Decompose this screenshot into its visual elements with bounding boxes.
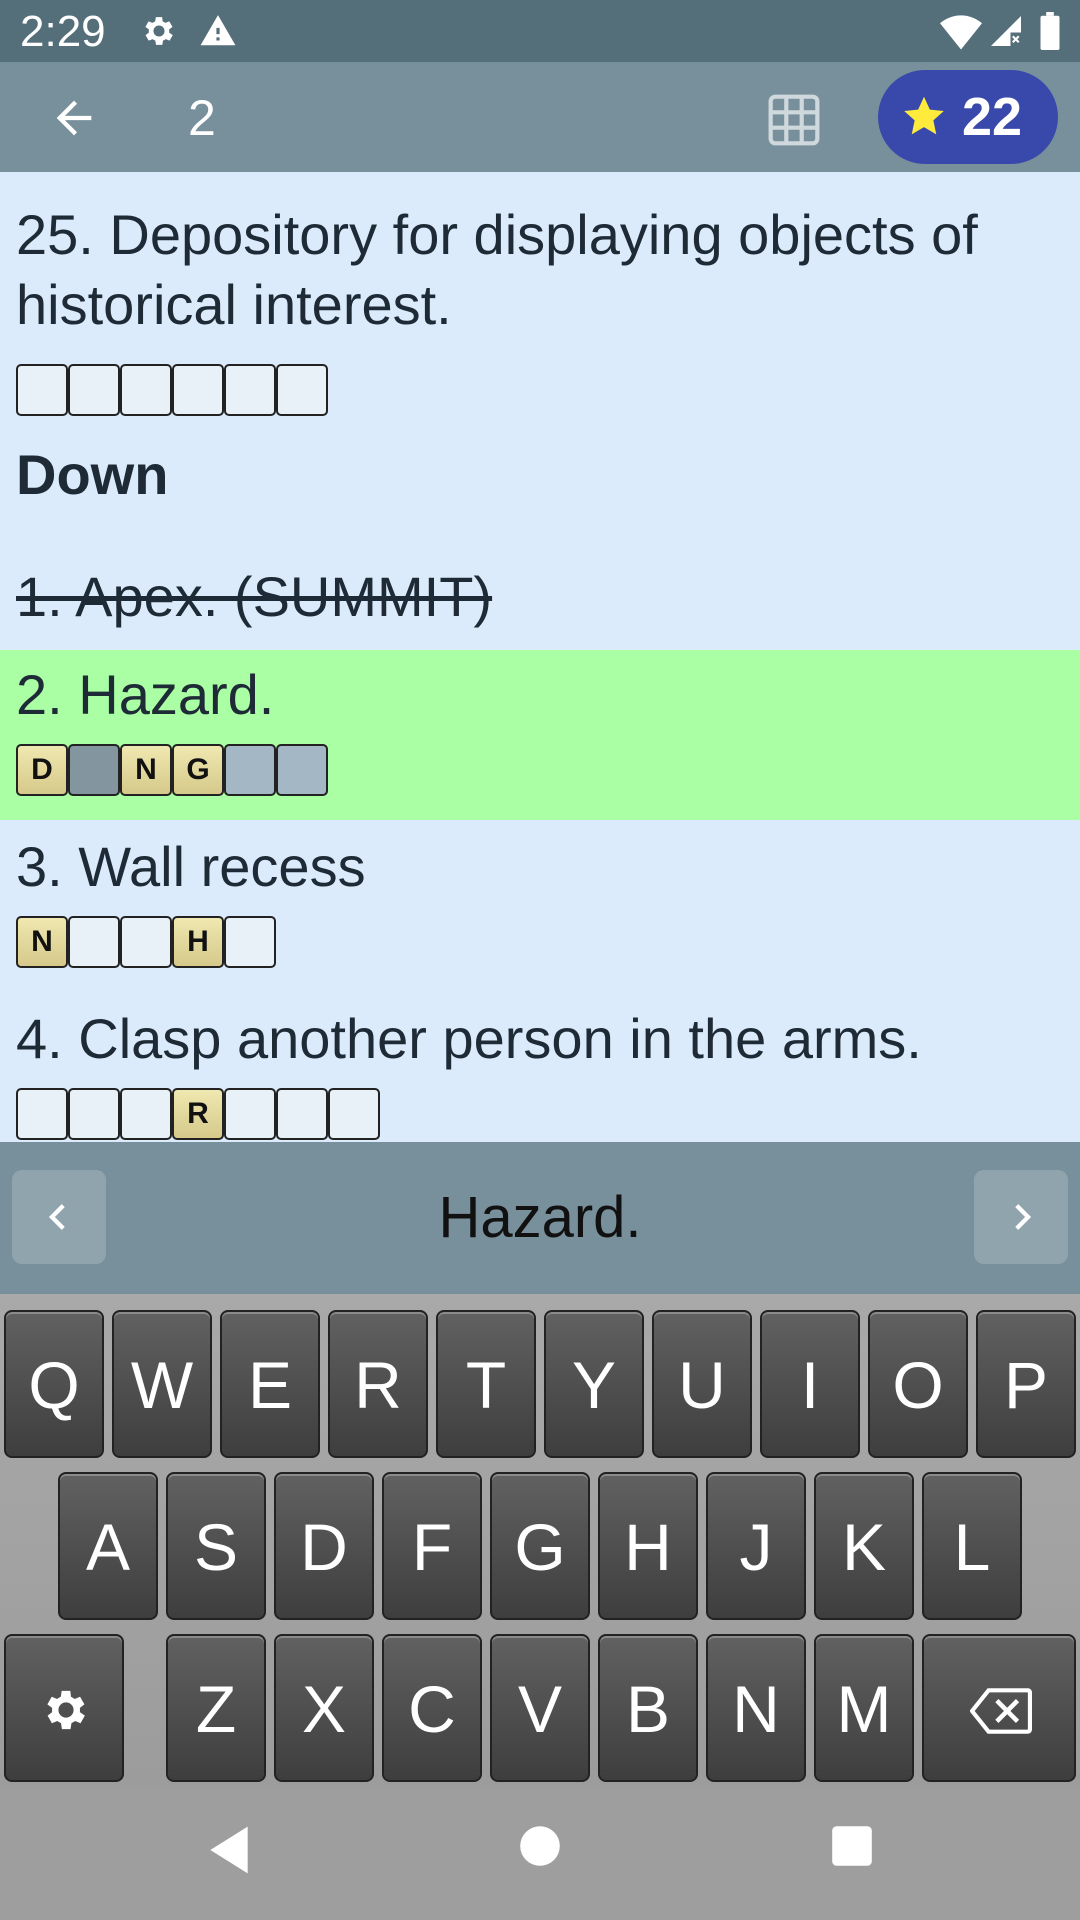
key-j[interactable]: J xyxy=(706,1472,806,1620)
answer-cell[interactable] xyxy=(120,364,172,416)
answer-cell[interactable]: H xyxy=(172,916,224,968)
key-x[interactable]: X xyxy=(274,1634,374,1782)
answer-cells[interactable]: N H xyxy=(16,916,276,968)
key-y[interactable]: Y xyxy=(544,1310,644,1458)
answer-cell[interactable]: N xyxy=(120,744,172,796)
next-clue-button[interactable] xyxy=(974,1170,1068,1264)
key-a[interactable]: A xyxy=(58,1472,158,1620)
answer-cell[interactable] xyxy=(68,364,120,416)
answer-cell[interactable] xyxy=(224,916,276,968)
clue-text: 3. Wall recess xyxy=(16,835,366,898)
answer-cell[interactable] xyxy=(328,1088,380,1140)
key-s[interactable]: S xyxy=(166,1472,266,1620)
answer-cell[interactable] xyxy=(68,916,120,968)
key-e[interactable]: E xyxy=(220,1310,320,1458)
wifi-icon xyxy=(940,15,982,50)
clue-item-down-2[interactable]: 2. Hazard. D N G xyxy=(0,650,1080,820)
key-h[interactable]: H xyxy=(598,1472,698,1620)
answer-cell[interactable] xyxy=(224,744,276,796)
key-d[interactable]: D xyxy=(274,1472,374,1620)
answer-cell[interactable] xyxy=(224,364,276,416)
answer-cell[interactable] xyxy=(120,1088,172,1140)
key-o[interactable]: O xyxy=(868,1310,968,1458)
backspace-button[interactable] xyxy=(922,1634,1076,1782)
key-c[interactable]: C xyxy=(382,1634,482,1782)
clue-list[interactable]: 25. Depository for displaying objects of… xyxy=(0,172,1080,1142)
key-t[interactable]: T xyxy=(436,1310,536,1458)
star-icon xyxy=(904,96,944,135)
answer-cell[interactable] xyxy=(224,1088,276,1140)
cell-signal-icon xyxy=(991,16,1021,46)
answer-cell[interactable]: R xyxy=(172,1088,224,1140)
keyboard: Q W E R T Y U I O P A S D F G H J K L Z … xyxy=(0,1294,1080,1788)
nav-back-icon[interactable] xyxy=(204,1822,254,1878)
key-b[interactable]: B xyxy=(598,1634,698,1782)
answer-cell[interactable] xyxy=(276,744,328,796)
answer-cell[interactable]: N xyxy=(16,916,68,968)
clue-text: 4. Clasp another person in the arms. xyxy=(16,1007,922,1070)
page-title: 2 xyxy=(188,90,216,146)
answer-cells[interactable] xyxy=(16,364,328,416)
key-k[interactable]: K xyxy=(814,1472,914,1620)
answer-cell[interactable] xyxy=(68,1088,120,1140)
clue-text: 25. Depository for displaying objects of… xyxy=(16,203,978,336)
key-w[interactable]: W xyxy=(112,1310,212,1458)
back-arrow-icon[interactable] xyxy=(44,92,104,144)
key-v[interactable]: V xyxy=(490,1634,590,1782)
chevron-left-icon xyxy=(48,1204,65,1230)
nav-recents-icon[interactable] xyxy=(830,1824,874,1868)
clue-item-down-4[interactable]: 4. Clasp another person in the arms. R xyxy=(0,994,1080,1142)
keyboard-settings-button[interactable] xyxy=(4,1634,124,1782)
clue-item-across-25[interactable]: 25. Depository for displaying objects of… xyxy=(0,172,1080,416)
answer-cell[interactable] xyxy=(120,916,172,968)
answer-cell[interactable] xyxy=(276,1088,328,1140)
current-clue-text: Hazard. xyxy=(438,1185,642,1250)
key-m[interactable]: M xyxy=(814,1634,914,1782)
previous-clue-button[interactable] xyxy=(12,1170,106,1264)
answer-cell[interactable]: G xyxy=(172,744,224,796)
key-g[interactable]: G xyxy=(490,1472,590,1620)
clue-text: 2. Hazard. xyxy=(16,663,275,726)
answer-cell[interactable] xyxy=(16,1088,68,1140)
gear-icon xyxy=(47,1690,85,1730)
score-count: 22 xyxy=(962,87,1023,147)
toolbar: 2 22 xyxy=(0,62,1080,172)
key-r[interactable]: R xyxy=(328,1310,428,1458)
score-badge[interactable]: 22 xyxy=(878,70,1058,164)
system-nav-bar xyxy=(0,1788,1080,1920)
key-l[interactable]: L xyxy=(922,1472,1022,1620)
current-clue-bar: Hazard. xyxy=(0,1142,1080,1294)
answer-cell[interactable] xyxy=(172,364,224,416)
answer-cell[interactable] xyxy=(16,364,68,416)
key-i[interactable]: I xyxy=(760,1310,860,1458)
answer-cells[interactable]: D N G xyxy=(16,744,328,796)
answer-cell[interactable] xyxy=(276,364,328,416)
clue-item-down-3[interactable]: 3. Wall recess N H xyxy=(0,822,1080,992)
battery-icon xyxy=(1040,12,1060,50)
answer-cells[interactable]: R xyxy=(16,1088,380,1140)
clue-item-down-1[interactable]: 1. Apex. (SUMMIT) xyxy=(0,552,1080,648)
answer-cell-current[interactable] xyxy=(68,744,120,796)
chevron-right-icon xyxy=(1015,1204,1032,1230)
status-time: 2:29 xyxy=(20,7,106,56)
key-f[interactable]: F xyxy=(382,1472,482,1620)
clue-text: 1. Apex. (SUMMIT) xyxy=(16,565,493,628)
backspace-icon xyxy=(970,1688,1032,1734)
grid-icon[interactable] xyxy=(766,92,822,148)
warning-icon xyxy=(200,15,236,46)
status-bar: 2:29 xyxy=(0,0,1080,62)
key-p[interactable]: P xyxy=(976,1310,1076,1458)
key-z[interactable]: Z xyxy=(166,1634,266,1782)
settings-gear-icon xyxy=(145,17,173,45)
nav-home-icon[interactable] xyxy=(518,1824,562,1868)
key-n[interactable]: N xyxy=(706,1634,806,1782)
key-q[interactable]: Q xyxy=(4,1310,104,1458)
answer-cell[interactable]: D xyxy=(16,744,68,796)
key-u[interactable]: U xyxy=(652,1310,752,1458)
section-heading-down: Down xyxy=(16,443,169,506)
